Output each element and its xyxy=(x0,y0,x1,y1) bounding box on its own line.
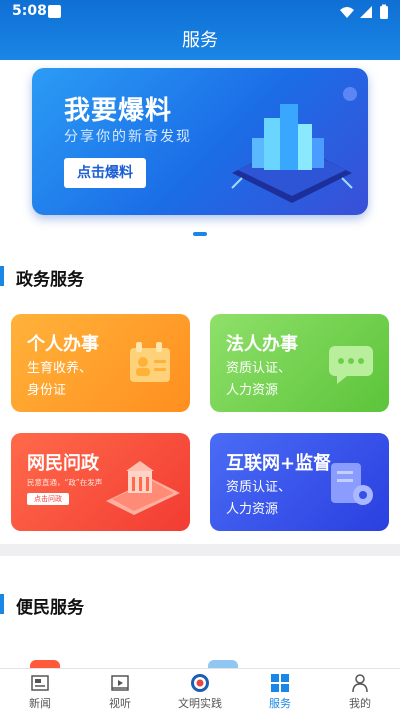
civilization-icon xyxy=(191,674,209,692)
nav-item-video[interactable]: 视听 xyxy=(80,669,160,712)
video-icon xyxy=(111,675,129,691)
card-tagline: 民意直通，“政”在发声 xyxy=(27,478,103,487)
inquiry-button[interactable]: 点击问政 xyxy=(27,493,69,505)
banner-title: 我要爆料 xyxy=(64,96,173,126)
convenience-services-section: 便民服务 xyxy=(0,556,400,668)
bottom-nav: 新闻 视听 文明实践 服务 我的 xyxy=(0,668,400,712)
conv-section-header: 便民服务 xyxy=(0,580,400,630)
city-chip-illustration xyxy=(231,87,357,203)
convenience-item-icon[interactable] xyxy=(30,660,60,668)
section-accent-bar xyxy=(0,266,4,286)
legal-entity-affairs-card[interactable]: 法人办事 资质认证、 人力资源 xyxy=(210,314,389,412)
banner-pager-dot xyxy=(193,232,207,236)
status-bar: 5:08 xyxy=(0,0,400,24)
chat-bubble-icon xyxy=(329,346,373,384)
personal-affairs-card[interactable]: 个人办事 生育收养、 身份证 xyxy=(11,314,190,412)
system-status-icons xyxy=(340,4,388,19)
internet-supervision-card[interactable]: 互联网+监督 资质认证、 人力资源 xyxy=(210,433,389,531)
service-grid-icon xyxy=(271,674,289,692)
notification-icon xyxy=(48,5,61,18)
section-accent-bar xyxy=(0,594,4,614)
netizen-inquiry-card[interactable]: 网民问政 民意直通，“政”在发声 点击问政 xyxy=(11,433,190,531)
nav-label: 我的 xyxy=(349,697,371,710)
report-button[interactable]: 点击爆料 xyxy=(64,158,146,188)
nav-label: 文明实践 xyxy=(178,697,222,710)
profile-icon xyxy=(352,674,368,693)
convenience-item-icon[interactable] xyxy=(208,660,238,668)
promo-banner[interactable]: 我要爆料 分享你的新奇发现 点击爆料 xyxy=(32,68,368,215)
nav-item-profile[interactable]: 我的 xyxy=(320,669,400,712)
nav-label: 新闻 xyxy=(29,697,51,710)
news-icon xyxy=(31,675,49,691)
app-header: 5:08 服务 xyxy=(0,0,400,60)
conv-section-title: 便民服务 xyxy=(16,598,84,618)
gov-services-section: 政务服务 个人办事 生育收养、 身份证 法人办事 资质认证、 人力资源 网民问政… xyxy=(0,248,400,544)
document-gear-icon xyxy=(331,463,373,505)
id-card-icon xyxy=(130,342,170,382)
section-divider xyxy=(0,544,400,556)
card-title: 网民问政 xyxy=(27,453,99,474)
banner-subtitle: 分享你的新奇发现 xyxy=(64,129,192,145)
banner-area: 我要爆料 分享你的新奇发现 点击爆料 xyxy=(0,60,400,248)
card-title: 法人办事 xyxy=(226,334,298,355)
nav-item-service[interactable]: 服务 xyxy=(240,669,320,712)
gov-section-title: 政务服务 xyxy=(16,270,84,290)
page-title: 服务 xyxy=(182,30,218,51)
nav-item-news[interactable]: 新闻 xyxy=(0,669,80,712)
nav-label: 服务 xyxy=(269,697,291,710)
card-subtitle: 资质认证、 人力资源 xyxy=(226,480,292,517)
gov-section-header: 政务服务 xyxy=(0,252,400,302)
nav-label: 视听 xyxy=(109,697,131,710)
status-time: 5:08 xyxy=(12,3,47,19)
nav-item-civilization[interactable]: 文明实践 xyxy=(160,669,240,712)
card-subtitle: 生育收养、 身份证 xyxy=(27,361,93,398)
phone-government-icon xyxy=(106,461,180,515)
card-title: 互联网+监督 xyxy=(226,453,332,474)
card-title: 个人办事 xyxy=(27,334,99,355)
card-subtitle: 资质认证、 人力资源 xyxy=(226,361,292,398)
